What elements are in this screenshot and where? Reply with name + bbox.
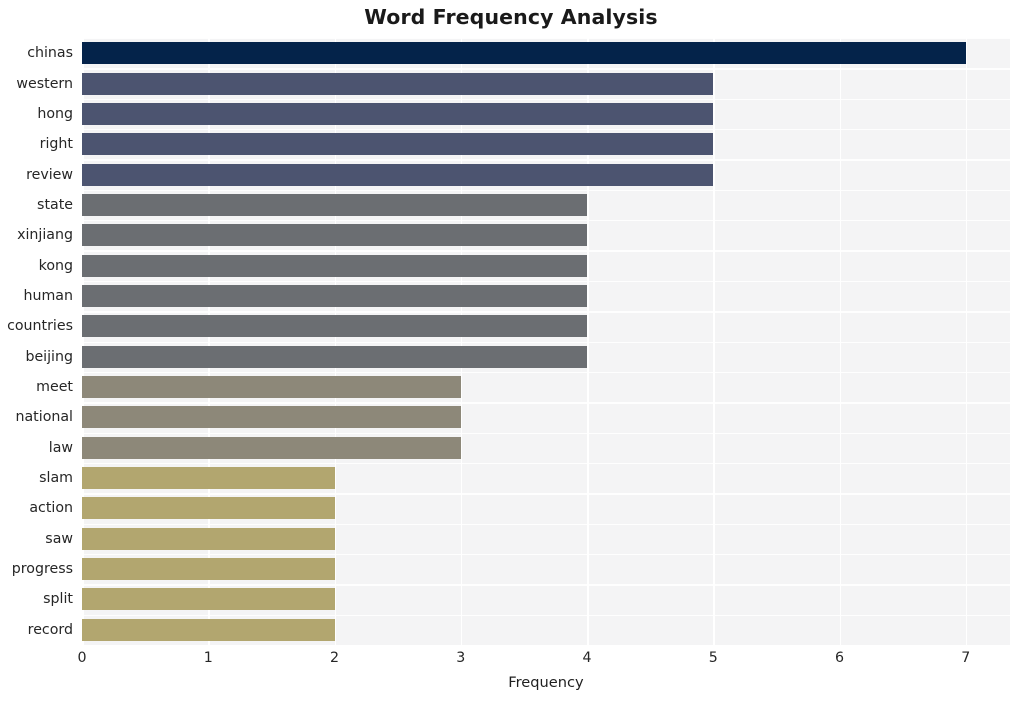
chart-title: Word Frequency Analysis — [364, 5, 658, 29]
gridline-horizontal — [82, 614, 1010, 617]
gridline-horizontal — [82, 129, 1010, 131]
y-tick-label: split — [43, 591, 73, 608]
gridline-horizontal — [82, 462, 1010, 465]
y-tick-label: saw — [45, 530, 73, 547]
y-tick-label: national — [15, 409, 74, 426]
y-tick-label: meet — [36, 379, 73, 396]
y-tick-label: hong — [37, 105, 73, 122]
gridline-horizontal — [82, 402, 1010, 404]
gridline-horizontal — [82, 493, 1010, 495]
gridline-horizontal — [82, 553, 1010, 556]
y-tick-label: human — [23, 287, 74, 304]
gridline-horizontal — [82, 280, 1010, 283]
y-tick-label: chinas — [27, 45, 73, 62]
y-tick-label: right — [39, 136, 73, 153]
gridline-horizontal — [82, 98, 1010, 101]
gridline-horizontal — [82, 220, 1010, 222]
y-tick-label: beijing — [25, 348, 73, 365]
gridline-horizontal — [82, 584, 1010, 586]
gridline-horizontal — [82, 432, 1010, 434]
bar[interactable] — [82, 42, 966, 65]
bar[interactable] — [82, 345, 588, 368]
gridline-horizontal — [82, 159, 1010, 161]
x-tick-label: 4 — [582, 650, 592, 666]
x-tick-label: 1 — [203, 650, 213, 666]
x-tick-label: 7 — [961, 650, 971, 666]
chart-figure: Word Frequency Analysis chinas western hon… — [0, 0, 1022, 701]
bar[interactable] — [82, 315, 588, 338]
gridline-horizontal — [82, 311, 1010, 313]
bar[interactable] — [82, 406, 461, 429]
gridline-horizontal — [82, 189, 1010, 192]
gridline-horizontal — [82, 341, 1010, 343]
y-tick-label: state — [37, 196, 73, 213]
y-tick-label: xinjiang — [17, 227, 73, 244]
bar[interactable] — [82, 72, 714, 95]
x-axis-title: Frequency — [508, 674, 584, 691]
gridline-horizontal — [82, 38, 1010, 40]
y-tick-label: record — [27, 621, 73, 638]
gridline-horizontal — [82, 523, 1010, 525]
bar[interactable] — [82, 254, 588, 277]
gridline-horizontal — [82, 371, 1010, 374]
bar[interactable] — [82, 133, 714, 156]
x-tick-label: 3 — [456, 650, 466, 666]
y-tick-label: review — [26, 166, 73, 183]
bar[interactable] — [82, 558, 335, 581]
x-tick-label: 5 — [708, 650, 718, 666]
bar[interactable] — [82, 618, 335, 641]
bar[interactable] — [82, 163, 714, 186]
y-tick-label: western — [16, 75, 73, 92]
gridline-horizontal — [82, 250, 1010, 252]
gridline-horizontal — [82, 68, 1010, 70]
bar[interactable] — [82, 224, 588, 247]
y-tick-label: slam — [39, 470, 73, 487]
plot-area — [82, 38, 1010, 645]
bar[interactable] — [82, 376, 461, 399]
y-tick-label: countries — [7, 318, 73, 335]
y-tick-label: kong — [38, 257, 73, 274]
bar[interactable] — [82, 102, 714, 125]
y-tick-label: law — [48, 439, 73, 456]
y-tick-label: action — [29, 500, 73, 517]
x-tick-label: 6 — [835, 650, 845, 666]
bar[interactable] — [82, 588, 335, 611]
bar[interactable] — [82, 467, 335, 490]
bar[interactable] — [82, 527, 335, 550]
bar[interactable] — [82, 193, 588, 216]
bar[interactable] — [82, 436, 461, 459]
x-tick-label: 0 — [77, 650, 87, 666]
y-tick-label: progress — [11, 561, 73, 578]
x-tick-label: 2 — [330, 650, 340, 666]
bar[interactable] — [82, 284, 588, 307]
bar[interactable] — [82, 497, 335, 520]
